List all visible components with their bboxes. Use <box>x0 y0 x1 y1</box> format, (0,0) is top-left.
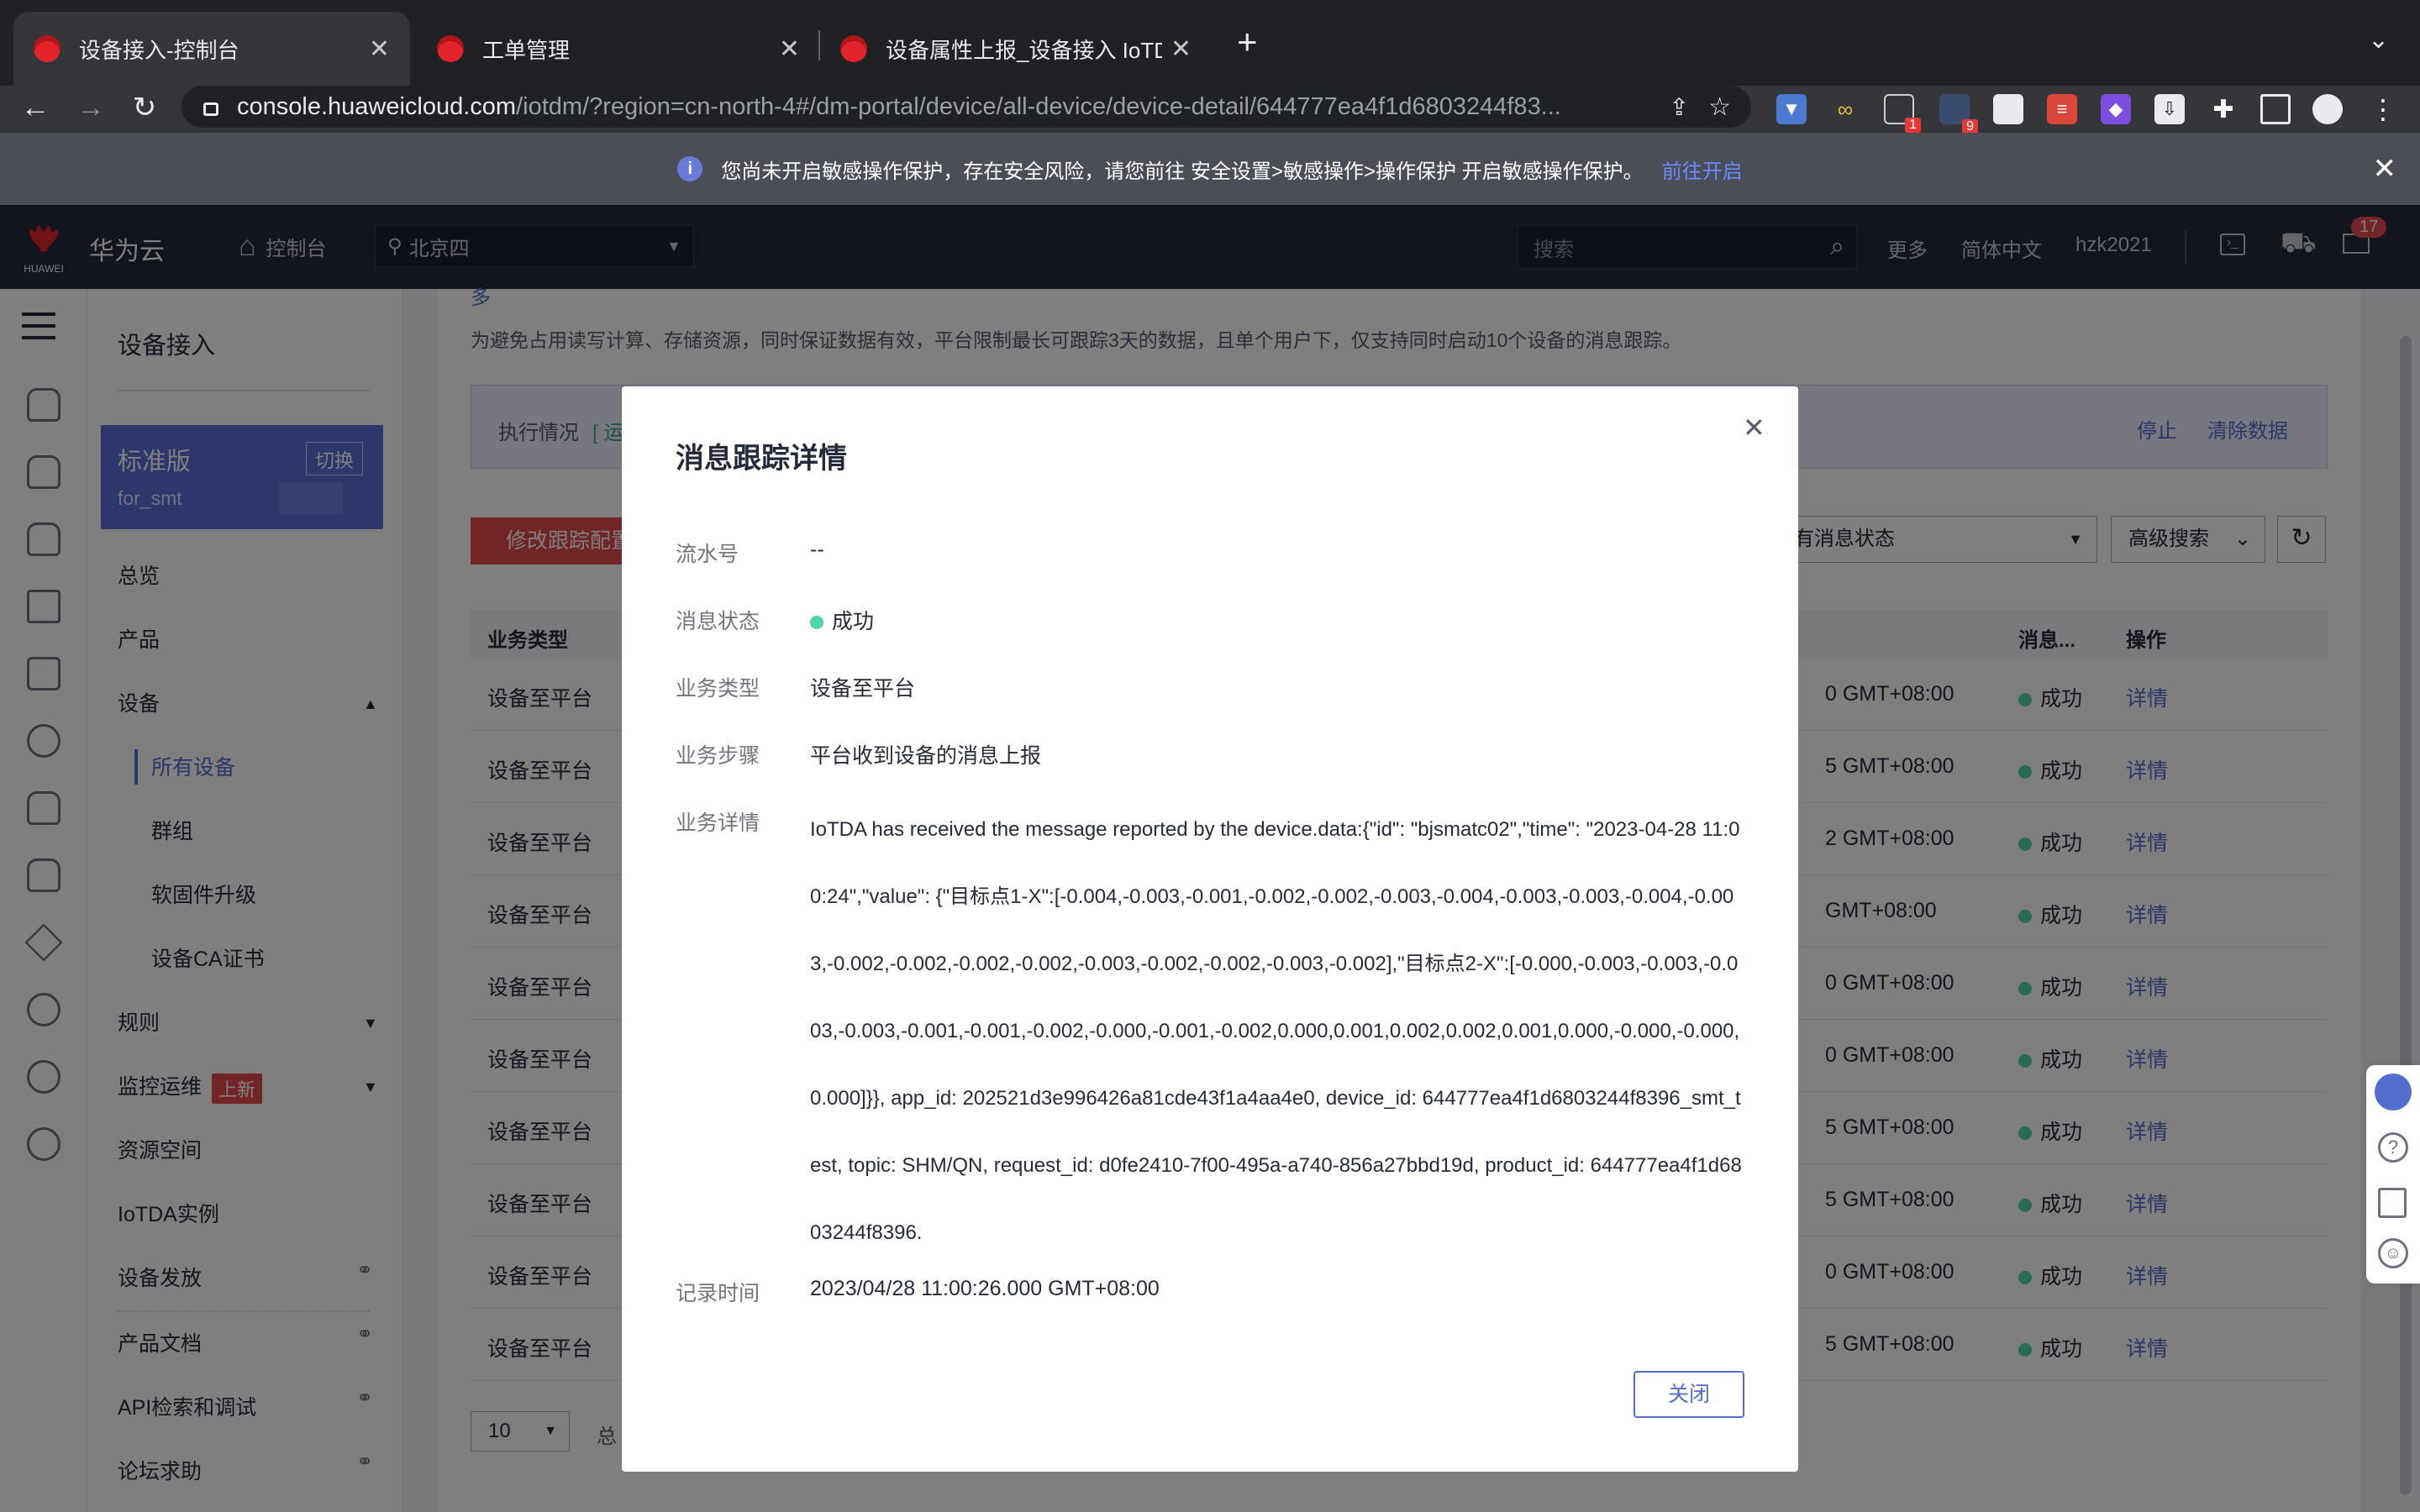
customer-service-icon[interactable] <box>2375 1074 2412 1110</box>
status-value-wrap: 成功 <box>810 605 874 635</box>
tab-title: 设备接入-控制台 <box>79 37 239 63</box>
huawei-favicon-icon <box>437 35 464 62</box>
extension-purple-icon[interactable]: ◆ <box>2101 94 2131 124</box>
extension-document-icon[interactable] <box>1993 94 2023 124</box>
dialog-title: 消息跟踪详情 <box>676 443 847 475</box>
tab-console[interactable]: 设备接入-控制台 ✕ <box>13 12 410 86</box>
time-value: 2023/04/28 11:00:26.000 GMT+08:00 <box>810 1277 1160 1300</box>
message-trace-detail-dialog: 消息跟踪详情 ✕ 流水号 -- 消息状态 成功 业务类型 设备至平台 业务步骤 … <box>622 386 1798 1472</box>
extensions-puzzle-icon[interactable]: ✚ <box>2208 94 2238 124</box>
new-tab-plus-icon[interactable]: + <box>1237 22 1258 62</box>
extension-notes-icon[interactable]: ≡ <box>2047 94 2077 124</box>
url-path: /iotdm/?region=cn-north-4#/dm-portal/dev… <box>516 92 1561 120</box>
help-question-icon[interactable]: ? <box>2378 1132 2408 1163</box>
feedback-edit-icon[interactable] <box>2378 1188 2407 1218</box>
tab-docs[interactable]: 设备属性上报_设备接入 IoTDA_ ✕ <box>820 12 1212 86</box>
floating-help-bar: ? ☺ <box>2366 1065 2420 1284</box>
serial-label: 流水号 <box>676 543 739 566</box>
browser-tab-bar: 设备接入-控制台 ✕ 工单管理 ✕ 设备属性上报_设备接入 IoTDA_ ✕ +… <box>0 0 2420 86</box>
huawei-favicon-icon <box>840 35 867 62</box>
type-label: 业务类型 <box>676 677 760 701</box>
extension-apps-icon[interactable]: 9 <box>1939 94 1978 134</box>
address-bar[interactable]: console.huaweicloud.com /iotdm/?region=c… <box>182 86 1751 128</box>
close-tab-icon[interactable]: ✕ <box>1171 34 1192 64</box>
serial-value: -- <box>810 538 824 561</box>
bookmark-star-icon[interactable]: ☆ <box>1708 92 1731 122</box>
time-label: 记录时间 <box>676 1282 760 1305</box>
side-panel-icon[interactable] <box>2260 94 2291 124</box>
step-value: 平台收到设备的消息上报 <box>810 744 1042 768</box>
tab-title: 工单管理 <box>482 37 571 63</box>
type-value: 设备至平台 <box>810 677 916 701</box>
huawei-favicon-icon <box>34 35 60 62</box>
close-button[interactable]: 关闭 <box>1634 1371 1744 1418</box>
extension-infinity-icon[interactable]: ∞ <box>1830 94 1860 124</box>
banner-link[interactable]: 前往开启 <box>1662 155 1743 184</box>
browser-menu-icon[interactable]: ⋮ <box>2368 94 2398 124</box>
step-label: 业务步骤 <box>676 744 760 768</box>
back-arrow-icon[interactable]: ← <box>17 89 54 126</box>
success-dot-icon <box>810 616 823 629</box>
close-tab-icon[interactable]: ✕ <box>369 34 390 64</box>
detail-label: 业务详情 <box>676 811 760 835</box>
extension-bookmark-icon[interactable]: ▼ <box>1776 94 1807 124</box>
url-host: console.huaweicloud.com <box>237 92 517 120</box>
close-tab-icon[interactable]: ✕ <box>779 34 800 64</box>
profile-avatar-icon[interactable] <box>2312 94 2343 124</box>
extension-badge: 1 <box>1905 118 1921 133</box>
banner-text: 您尚未开启敏感操作保护，存在安全风险，请您前往 安全设置>敏感操作>操作保护 开… <box>721 160 1644 183</box>
detail-value: IoTDA has received the message reported … <box>810 818 1742 1244</box>
extension-download-icon[interactable]: ⇩ <box>2154 94 2185 124</box>
status-label: 消息状态 <box>676 610 760 633</box>
reload-icon[interactable]: ↻ <box>126 89 163 126</box>
smiley-icon[interactable]: ☺ <box>2378 1238 2408 1268</box>
status-value: 成功 <box>832 610 875 633</box>
forward-arrow-icon[interactable]: → <box>72 89 109 126</box>
browser-toolbar: ← → ↻ console.huaweicloud.com /iotdm/?re… <box>0 86 2420 134</box>
banner-close-icon[interactable]: ✕ <box>2373 152 2397 186</box>
tab-search-chevron-icon[interactable]: ⌄ <box>2368 25 2389 55</box>
security-warning-banner: i 您尚未开启敏感操作保护，存在安全风险，请您前往 安全设置>敏感操作>操作保护… <box>0 133 2420 205</box>
tab-ticket[interactable]: 工单管理 ✕ <box>417 12 820 86</box>
tab-title: 设备属性上报_设备接入 IoTDA_ <box>886 37 1162 63</box>
dialog-close-icon[interactable]: ✕ <box>1743 412 1765 444</box>
info-icon: i <box>677 156 703 181</box>
lock-icon <box>203 102 218 116</box>
share-icon[interactable]: ⇪ <box>1670 93 1689 121</box>
extension-screen-icon[interactable]: 1 <box>1884 94 1921 133</box>
